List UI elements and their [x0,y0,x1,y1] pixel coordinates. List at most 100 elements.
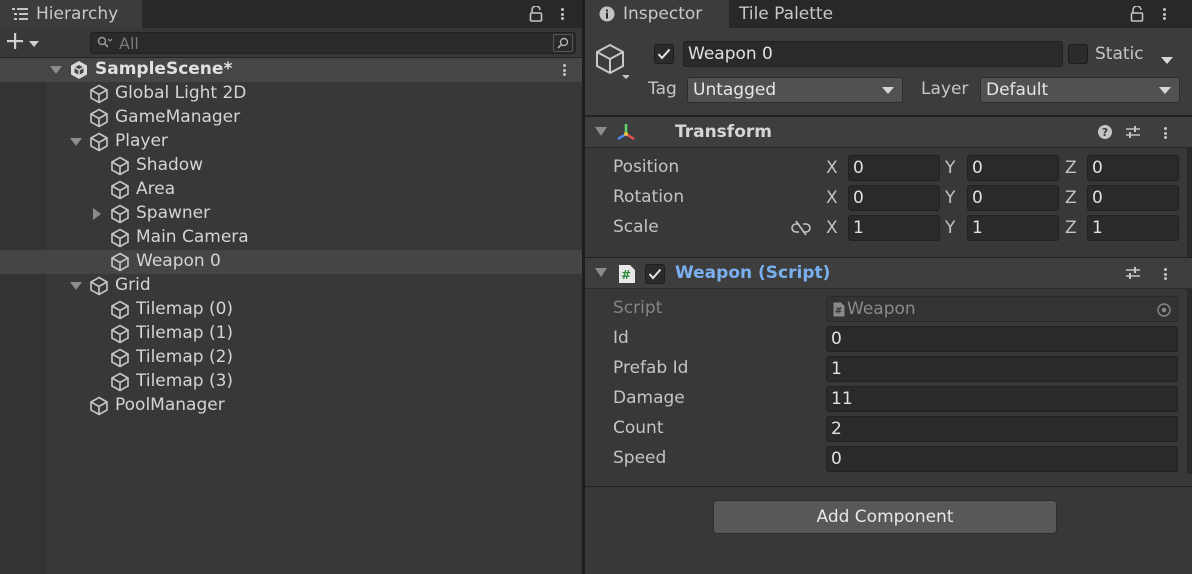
transform-menu-icon[interactable] [1159,124,1171,142]
transform-y-input[interactable]: 0 [967,155,1059,181]
cube-icon [110,372,130,392]
hierarchy-item-label: Tilemap (1) [136,323,234,343]
transform-header[interactable]: Transform ? [585,116,1192,148]
hierarchy-item[interactable]: Shadow [0,154,582,178]
expand-arrow-icon[interactable] [49,63,63,77]
hierarchy-item[interactable]: Area [0,178,582,202]
hierarchy-item[interactable]: Global Light 2D [0,82,582,106]
hierarchy-item-label: Tilemap (3) [136,371,234,391]
tab-tile-palette[interactable]: Tile Palette [739,0,833,28]
static-checkbox[interactable] [1068,44,1088,64]
weapon-script-title: Weapon (Script) [675,263,831,283]
transform-z-input[interactable]: 0 [1087,155,1179,181]
expand-arrow-icon[interactable] [69,279,83,293]
transform-x-input[interactable]: 0 [848,155,940,181]
sliders-icon[interactable] [1125,124,1141,145]
svg-text:?: ? [1102,126,1108,139]
script-field-label: Prefab Id [613,358,689,378]
transform-y-input[interactable]: 0 [967,185,1059,211]
layer-value: Default [986,80,1049,100]
script-field-input[interactable]: 2 [826,416,1178,442]
lock-icon[interactable] [1127,3,1147,25]
lock-icon[interactable] [526,3,546,25]
tab-tile-palette-label: Tile Palette [739,4,834,24]
search-scene-icon[interactable] [553,34,573,52]
plus-icon [6,32,24,55]
tag-dropdown[interactable]: Untagged [687,77,903,103]
transform-y-input[interactable]: 1 [967,215,1059,241]
scene-row[interactable]: SampleScene* [0,58,582,82]
hierarchy-item[interactable]: Player [0,130,582,154]
layer-dropdown[interactable]: Default [980,77,1180,103]
cube-icon [110,156,130,176]
transform-field-label: Position [613,157,680,177]
hierarchy-item-label: GameManager [115,107,241,127]
axis-label: Z [1065,158,1077,178]
transform-x-input[interactable]: 1 [848,215,940,241]
expand-arrow-icon[interactable] [69,135,83,149]
axis-label: Z [1065,218,1077,238]
cube-icon [110,204,130,224]
script-object-field[interactable]: # Weapon [826,296,1178,322]
create-dropdown-button[interactable] [6,32,46,54]
hierarchy-item[interactable]: Spawner [0,202,582,226]
hierarchy-item[interactable]: Tilemap (1) [0,322,582,346]
static-label: Static [1095,44,1144,64]
script-field-label: Count [613,418,664,438]
tab-inspector-label: Inspector [623,4,703,24]
tab-inspector[interactable]: Inspector [585,0,729,28]
hierarchy-item[interactable]: Tilemap (2) [0,346,582,370]
foldout-arrow-icon[interactable] [595,268,607,277]
transform-field-label: Scale [613,217,659,237]
hierarchy-item[interactable]: Grid [0,274,582,298]
sliders-icon[interactable] [1125,265,1141,286]
target-icon[interactable] [1157,302,1171,322]
unlinked-chain-icon[interactable] [791,220,811,241]
transform-z-input[interactable]: 1 [1087,215,1179,241]
script-field-input[interactable]: 0 [826,326,1178,352]
object-name-input[interactable]: Weapon 0 [683,41,1063,67]
chevron-down-icon [1159,87,1171,94]
hierarchy-menu-icon[interactable] [552,3,572,25]
tab-hierarchy[interactable]: Hierarchy [0,0,142,28]
add-component-button[interactable]: Add Component [713,500,1057,534]
transform-z-input[interactable]: 0 [1087,185,1179,211]
chevron-down-icon [882,87,894,94]
layer-label: Layer [921,79,969,99]
script-field-label: Speed [613,448,667,468]
hierarchy-search-input[interactable]: All [90,32,576,54]
cube-icon [89,84,109,104]
foldout-arrow-icon[interactable] [595,127,607,136]
hierarchy-item[interactable]: GameManager [0,106,582,130]
info-icon [597,6,617,22]
hierarchy-item-label: Spawner [136,203,211,223]
hierarchy-item[interactable]: Weapon 0 [0,250,582,274]
hierarchy-item-label: Main Camera [136,227,249,247]
hierarchy-item[interactable]: Tilemap (0) [0,298,582,322]
cube-icon [110,228,130,248]
cube-icon[interactable] [595,42,630,80]
tag-label: Tag [648,79,677,99]
script-field-input[interactable]: 0 [826,446,1178,472]
scene-name: SampleScene* [95,59,233,79]
hierarchy-tabbar: Hierarchy [0,0,582,28]
help-icon[interactable]: ? [1097,124,1113,145]
transform-x-input[interactable]: 0 [848,185,940,211]
cube-icon [110,300,130,320]
static-dropdown-icon[interactable] [1161,50,1173,70]
hierarchy-item[interactable]: Tilemap (3) [0,370,582,394]
hierarchy-item-label: PoolManager [115,395,225,415]
hierarchy-item[interactable]: PoolManager [0,394,582,418]
active-checkbox[interactable] [654,44,674,64]
cube-icon [89,276,109,296]
script-menu-icon[interactable] [1159,265,1171,283]
inspector-menu-icon[interactable] [1154,3,1174,25]
script-field-input[interactable]: 1 [826,356,1178,382]
scene-menu-icon[interactable] [558,61,570,79]
collapse-arrow-icon[interactable] [90,207,104,221]
script-field-input[interactable]: 11 [826,386,1178,412]
hierarchy-item-label: Area [136,179,176,199]
hierarchy-item[interactable]: Main Camera [0,226,582,250]
weapon-script-header[interactable]: # Weapon (Script) [585,257,1192,289]
script-enabled-checkbox[interactable] [645,264,665,284]
